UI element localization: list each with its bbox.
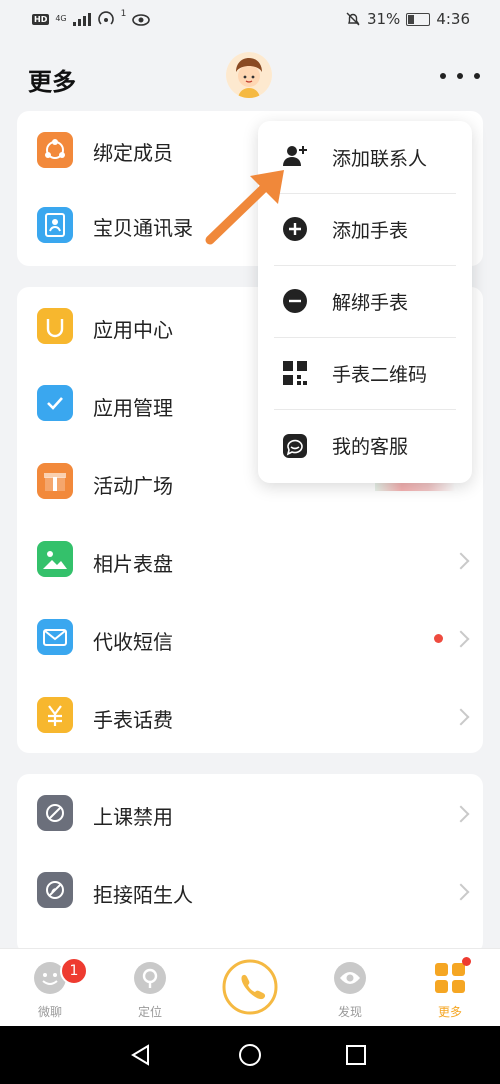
hotspot-icon (97, 11, 114, 25)
bind-members-label: 绑定成员 (93, 141, 173, 165)
reject-stranger-label: 拒接陌生人 (93, 883, 193, 907)
gift-icon (37, 463, 73, 499)
discover-icon (334, 962, 366, 994)
more-options-button[interactable] (440, 66, 480, 86)
qr-code-icon (283, 361, 307, 385)
popup-customer-service[interactable]: 我的客服 (258, 409, 472, 481)
contacts-icon (37, 207, 73, 243)
page-title: 更多 (28, 68, 76, 96)
bottom-navigation: 微聊 1 定位 发现 更多 (0, 948, 500, 1027)
new-dot (462, 957, 471, 966)
app-manage-icon (37, 385, 73, 421)
dot-icon (474, 73, 480, 79)
mute-bell-icon (346, 12, 360, 26)
tab-location-label: 定位 (137, 1005, 162, 1019)
popup-add-contact[interactable]: 添加联系人 (258, 121, 472, 193)
chevron-right-icon (452, 805, 470, 823)
watch-bill-label: 手表话费 (93, 708, 173, 732)
photo-dial-row[interactable]: 相片表盘 (17, 521, 483, 599)
customer-service-label: 我的客服 (332, 436, 409, 458)
app-manage-label: 应用管理 (93, 396, 173, 420)
more-popup-menu: 添加联系人 添加手表 解绑手表 手表二维码 我的客服 (258, 121, 472, 483)
battery-percent: 31% (366, 10, 401, 28)
notification-count: 1 (120, 9, 127, 19)
chevron-right-icon (452, 708, 470, 726)
system-navigation-bar (0, 1026, 500, 1084)
sms-label: 代收短信 (93, 630, 173, 654)
hd-icon: HD (32, 13, 50, 25)
location-icon (134, 962, 166, 994)
yuan-icon (37, 697, 73, 733)
tab-more[interactable]: 更多 (410, 957, 490, 1020)
dot-icon (440, 73, 446, 79)
avatar[interactable] (226, 52, 272, 98)
tab-chat[interactable]: 微聊 1 (10, 957, 90, 1020)
chevron-right-icon (452, 552, 470, 570)
battery-icon (406, 12, 431, 26)
sms-row[interactable]: 代收短信 (17, 599, 483, 677)
service-chat-icon (283, 434, 307, 458)
reject-stranger-row[interactable]: 拒接陌生人 (17, 852, 483, 930)
pointer-arrow-icon (205, 170, 284, 245)
status-right: 31% 4:36 (345, 10, 470, 28)
status-left: HD 4G 1 (32, 9, 151, 27)
reject-stranger-icon (37, 872, 73, 908)
more-grid-icon (435, 963, 465, 993)
back-icon[interactable] (130, 1044, 152, 1066)
tab-discover[interactable]: 发现 (310, 961, 390, 1020)
eye-icon (132, 14, 151, 26)
add-contact-label: 添加联系人 (332, 148, 428, 170)
phone-call-icon (222, 959, 278, 1015)
minus-circle-icon (283, 289, 307, 313)
dot-icon (457, 73, 463, 79)
chevron-right-icon (452, 630, 470, 648)
status-bar: HD 4G 1 31% 4:36 (0, 0, 500, 42)
app-center-icon (37, 308, 73, 344)
network-type: 4G (55, 14, 67, 23)
clock: 4:36 (436, 10, 470, 28)
class-ban-icon (37, 795, 73, 831)
popup-watch-qr[interactable]: 手表二维码 (258, 337, 472, 409)
watch-bill-row[interactable]: 手表话费 (17, 677, 483, 755)
members-icon (37, 132, 73, 168)
sms-icon (37, 619, 73, 655)
popup-add-watch[interactable]: 添加手表 (258, 193, 472, 265)
tab-discover-label: 发现 (337, 1005, 362, 1019)
photo-icon (37, 541, 73, 577)
tab-call[interactable] (210, 959, 290, 1019)
app-center-label: 应用中心 (93, 318, 173, 342)
recents-icon[interactable] (345, 1044, 367, 1066)
restriction-card: 上课禁用 拒接陌生人 (17, 774, 483, 954)
popup-unbind-watch[interactable]: 解绑手表 (258, 265, 472, 337)
signal-icon (72, 13, 91, 26)
tab-location[interactable]: 定位 (110, 961, 190, 1020)
unread-dot (434, 634, 443, 643)
activity-label: 活动广场 (93, 474, 173, 498)
photo-dial-label: 相片表盘 (93, 552, 173, 576)
home-icon[interactable] (238, 1043, 262, 1067)
add-watch-label: 添加手表 (332, 220, 409, 242)
watch-qr-label: 手表二维码 (332, 364, 428, 386)
unread-badge: 1 (60, 957, 88, 985)
add-contact-icon (283, 146, 307, 166)
child-avatar-icon (226, 52, 272, 98)
unbind-watch-label: 解绑手表 (332, 292, 409, 314)
tab-more-label: 更多 (437, 1005, 462, 1019)
class-ban-label: 上课禁用 (93, 805, 173, 829)
contacts-label: 宝贝通讯录 (93, 216, 193, 240)
tab-chat-label: 微聊 (37, 1005, 62, 1019)
class-ban-row[interactable]: 上课禁用 (17, 774, 483, 852)
chevron-right-icon (452, 883, 470, 901)
